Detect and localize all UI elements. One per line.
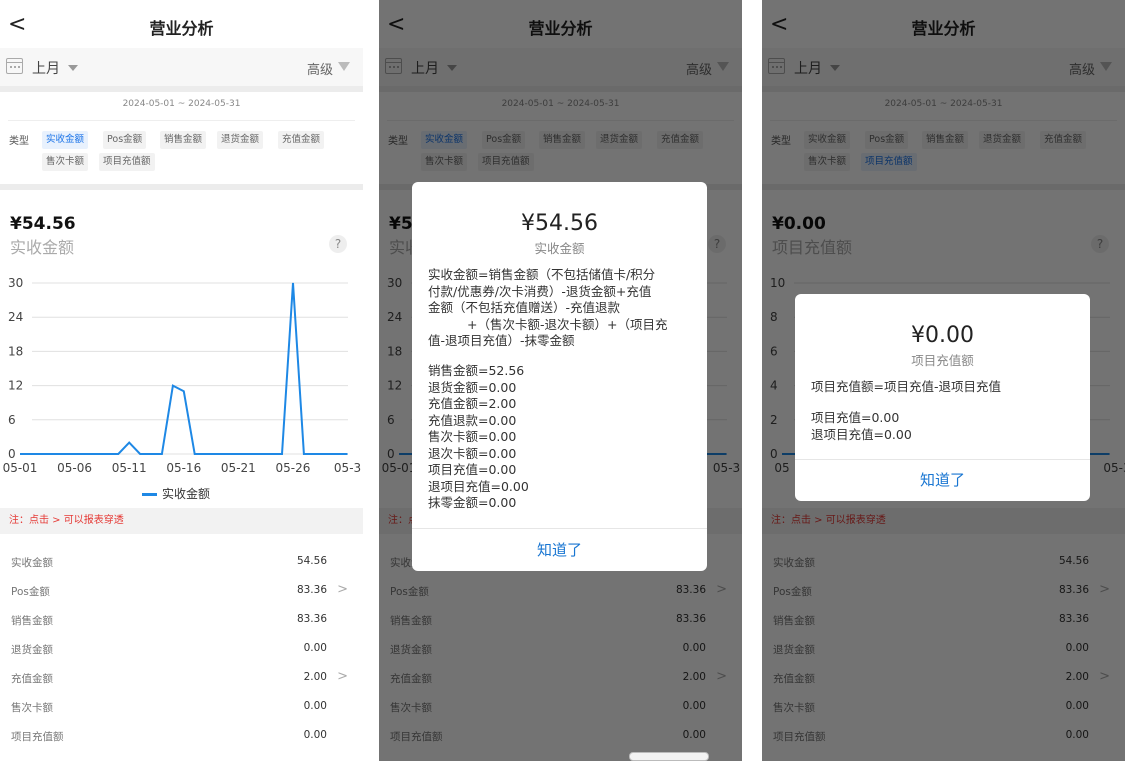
ok-button[interactable]: 知道了 (412, 539, 707, 560)
summary-label: 销售金额 (11, 615, 53, 627)
summary-value: 2.00 (303, 671, 327, 683)
chevron-right-icon[interactable]: > (337, 669, 348, 684)
screen-sales-analysis: < 营业分析 上月 高级 2024-05-01 ~ 2024-05-31 类型 实收金额 Po… (0, 0, 363, 761)
summary-label: 项目充值额 (11, 731, 64, 743)
advanced-filter-button[interactable]: 高级 (307, 59, 333, 78)
chevron-down-icon[interactable] (68, 65, 78, 71)
summary-value: 83.36 (296, 613, 327, 625)
date-range: 2024-05-01 ~ 2024-05-31 (122, 99, 241, 109)
summary-label: Pos金额 (11, 586, 50, 598)
top-bar: <营业分析 (0, 0, 363, 48)
summary-row: 销售金额 83.36 (0, 605, 363, 634)
type-chip[interactable]: 退货金额 (217, 131, 264, 149)
breakdown-line: 项目充值=0.00 (428, 462, 517, 477)
summary-row: 项目充值额 0.00 (0, 721, 363, 750)
x-tick-label: 05-11 (112, 461, 147, 475)
summary-row[interactable]: Pos金额 83.36 > (0, 576, 363, 605)
metric-label: 实收金额 (10, 238, 75, 257)
page-title: 营业分析 (149, 19, 214, 38)
metric-amount: ¥54.56 (10, 214, 76, 234)
filter-icon[interactable] (338, 62, 350, 71)
dialog-amount: ¥54.56 (521, 211, 598, 236)
revenue-line-chart: 0 6 12 18 24 30 05-01 05-06 05-11 05-16 05-21 05-26… (3, 276, 362, 475)
summary-row[interactable]: 充值金额 2.00 > (0, 663, 363, 692)
formula-line: 付款/优惠券/次卡消费）-退货金额+充值 (428, 283, 652, 299)
summary-label: 售次卡额 (11, 702, 53, 714)
x-tick-label: 05-16 (166, 461, 201, 475)
breakdown-line: 退货金额=0.00 (428, 379, 517, 395)
type-chip[interactable]: 销售金额 (160, 131, 207, 149)
y-tick-label: 18 (8, 344, 23, 358)
summary-value: 0.00 (303, 729, 327, 741)
y-tick-label: 24 (8, 310, 23, 324)
summary-value: 0.00 (303, 642, 327, 654)
summary-value: 83.36 (296, 584, 327, 596)
type-chip[interactable]: 充值金额 (278, 131, 325, 149)
x-tick-label: 05-3 (334, 461, 361, 475)
y-tick-label: 12 (8, 379, 23, 393)
summary-label: 退货金额 (11, 644, 53, 656)
formula-line: 项目充值额=项目充值-退项目充值 (811, 379, 1001, 394)
chart-legend: 实收金额 (142, 485, 210, 502)
summary-row: 售次卡额 0.00 (0, 692, 363, 721)
type-chip[interactable]: Pos金额 (103, 131, 147, 149)
summary-value: 0.00 (303, 700, 327, 712)
y-tick-label: 6 (8, 413, 16, 427)
summary-value: 54.56 (296, 555, 327, 567)
breakdown-line: 项目充值=0.00 (811, 410, 900, 425)
dialog-amount: ¥0.00 (911, 323, 974, 348)
type-chip[interactable]: 实收金额 (42, 131, 89, 149)
breakdown-line: 抹零金额=0.00 (428, 495, 517, 510)
type-label: 类型 (9, 136, 29, 147)
breakdown-line: 退项目充值=0.00 (811, 426, 912, 442)
formula-line: +（售次卡额-退次卡额）+（项目充 (467, 316, 668, 332)
screen-sales-analysis-revenue-dialog: <营业分析上月高级2024-05-01 ~ 2024-05-31类型实收金额Po… (379, 0, 742, 761)
summary-label: 充值金额 (11, 673, 53, 685)
breakdown-line: 充值金额=2.00 (428, 396, 517, 411)
dialog-subtitle: 项目充值额 (911, 353, 974, 368)
formula-line: 金额（不包括充值赠送）-充值退款 (428, 300, 621, 315)
ok-button[interactable]: 知道了 (795, 469, 1090, 490)
summary-label: 实收金额 (11, 557, 53, 569)
breakdown-line: 退次卡额=0.00 (428, 445, 517, 461)
y-tick-label: 30 (8, 276, 23, 290)
breakdown-line: 售次卡额=0.00 (428, 429, 517, 444)
x-tick-label: 05-01 (3, 461, 38, 475)
breakdown-line: 充值退款=0.00 (428, 412, 517, 428)
x-tick-label: 05-26 (276, 461, 311, 475)
x-tick-label: 05-21 (221, 461, 256, 475)
dialog-divider (412, 528, 707, 529)
revenue-explanation-dialog: ¥54.56 实收金额实收金额=销售金额（不包括储值卡/积分 付款/优惠券/次卡消费… (412, 182, 707, 571)
project-explanation-dialog: ¥0.00 项目充值额项目充值额=项目充值-退项目充值 项目充值=0.00 退项目充值… (795, 294, 1090, 501)
formula-line: 值-退项目充值）-抹零金额 (428, 333, 575, 348)
drilldown-note: 注：点击 > 可以报表穿透 (0, 508, 363, 534)
filter-bar: 上月 高级 (0, 48, 363, 86)
chevron-right-icon[interactable]: > (337, 582, 348, 597)
y-tick-label: 0 (8, 447, 16, 461)
dialog-subtitle: 实收金额 (534, 241, 585, 256)
summary-row: 实收金额 54.56 (0, 547, 363, 576)
calendar-icon[interactable] (6, 58, 23, 74)
help-icon[interactable]: ? (329, 235, 347, 253)
series-line (20, 282, 348, 455)
legend-label: 实收金额 (162, 487, 211, 501)
home-indicator (629, 752, 709, 761)
type-chip[interactable]: 项目充值额 (99, 153, 155, 171)
breakdown-line: 销售金额=52.56 (428, 363, 525, 378)
formula-line: 实收金额=销售金额（不包括储值卡/积分 (428, 267, 656, 282)
period-selector[interactable]: 上月 (32, 58, 60, 78)
x-tick-label: 05-06 (57, 461, 92, 475)
legend-swatch (142, 493, 157, 496)
screen-sales-analysis-project-dialog: <营业分析上月高级2024-05-01 ~ 2024-05-31类型实收金额Po… (762, 0, 1125, 761)
breakdown-line: 退项目充值=0.00 (428, 478, 529, 494)
type-chip[interactable]: 售次卡额 (42, 153, 89, 171)
section-divider (0, 86, 363, 92)
divider (8, 120, 355, 121)
summary-row: 退货金额 0.00 (0, 634, 363, 663)
section-divider (0, 184, 363, 190)
dialog-divider (795, 459, 1090, 460)
